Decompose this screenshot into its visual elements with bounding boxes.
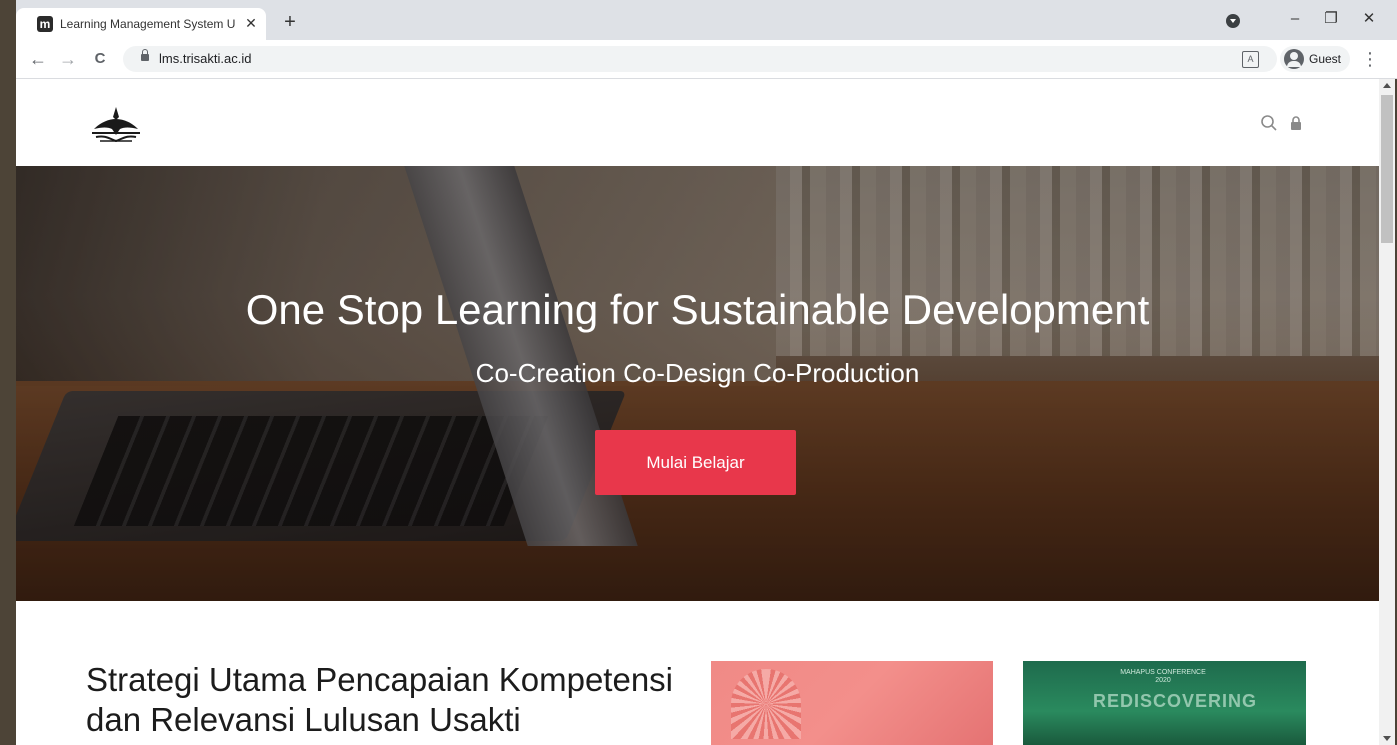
browser-menu-icon[interactable]: ⋮ — [1360, 47, 1380, 71]
address-bar[interactable]: lms.trisakti.ac.id — [123, 46, 1277, 72]
forward-button[interactable]: → — [56, 47, 80, 71]
scrollbar-thumb[interactable] — [1381, 95, 1393, 243]
feature-card-image[interactable]: MAHAPUS CONFERENCE 2020 REDISCOVERING — [1023, 661, 1306, 745]
avatar — [1284, 49, 1304, 69]
url-text: lms.trisakti.ac.id — [159, 51, 252, 66]
fan-illustration — [731, 669, 801, 739]
profile-label: Guest — [1309, 52, 1342, 66]
site-header — [16, 79, 1379, 166]
card-headline: REDISCOVERING — [1093, 691, 1258, 711]
page-viewport: One Stop Learning for Sustainable Develo… — [16, 79, 1379, 745]
page-scrollbar[interactable] — [1379, 79, 1395, 745]
feature-card-image[interactable] — [711, 661, 993, 745]
tab-search-icon[interactable] — [1226, 14, 1240, 28]
browser-tabbar: m Learning Management System U ✕ + – ❐ ✕ — [16, 0, 1397, 40]
browser-tab[interactable]: m Learning Management System U ✕ — [16, 8, 266, 40]
moodle-favicon-icon: m — [37, 16, 53, 32]
hero-banner: One Stop Learning for Sustainable Develo… — [16, 166, 1379, 601]
mulai-belajar-button[interactable]: Mulai Belajar — [595, 430, 796, 495]
tab-title: Learning Management System U — [60, 17, 235, 31]
browser-toolbar: ← → C lms.trisakti.ac.id A Guest ⋮ — [16, 40, 1397, 79]
section-title: Strategi Utama Pencapaian Kompetensi dan… — [86, 661, 674, 738]
card-caption: MAHAPUS CONFERENCE 2020 — [1120, 669, 1206, 684]
hero-title: One Stop Learning for Sustainable Develo… — [245, 286, 1150, 333]
minimize-button[interactable]: – — [1278, 6, 1312, 32]
desktop-background — [0, 0, 16, 745]
restore-button[interactable]: ❐ — [1314, 6, 1348, 32]
close-window-button[interactable]: ✕ — [1352, 6, 1386, 32]
back-button[interactable]: ← — [26, 47, 50, 71]
translate-icon[interactable]: A — [1242, 51, 1259, 68]
search-icon[interactable] — [1260, 114, 1278, 132]
reload-button[interactable]: C — [88, 47, 112, 71]
lock-icon[interactable] — [141, 49, 149, 61]
trisakti-logo-icon[interactable] — [88, 105, 144, 145]
hero-subtitle: Co-Creation Co-Design Co-Production — [475, 358, 920, 388]
new-tab-button[interactable]: + — [278, 10, 302, 34]
scroll-up-icon[interactable] — [1383, 83, 1391, 88]
tab-close-icon[interactable]: ✕ — [242, 14, 260, 32]
lock-icon[interactable] — [1288, 115, 1304, 131]
scroll-down-icon[interactable] — [1383, 736, 1391, 741]
profile-button[interactable]: Guest — [1280, 46, 1350, 72]
